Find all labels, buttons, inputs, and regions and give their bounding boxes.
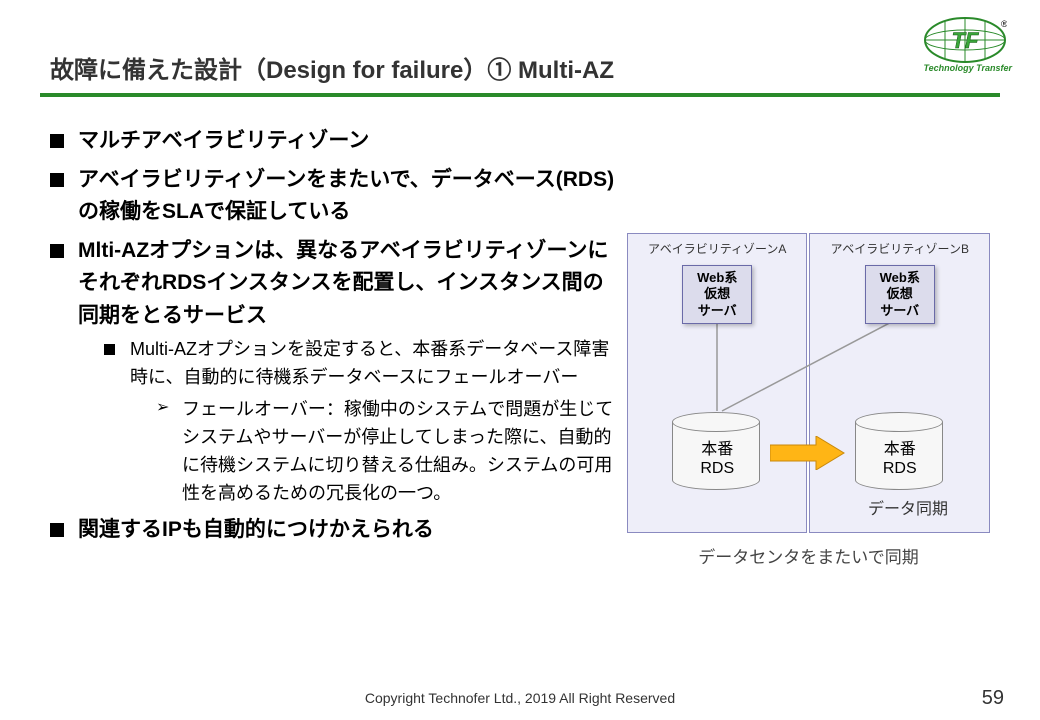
sync-arrow-icon [770,436,846,475]
logo-initials: TF [952,28,979,53]
bullet-text: 関連するIPも自動的につけかえられる [78,518,434,541]
brand-logo: TF ® Technology Transfer [923,15,1012,73]
rds-text: RDS [883,460,917,477]
bullet-l1: アベイラビリティゾーンをまたいで、データベース(RDS)の稼働をSLAで保証して… [50,164,617,229]
bullet-l1: マルチアベイラビリティゾーン [50,125,617,158]
sync-label: データ同期 [627,495,990,519]
zone-a-title: アベイラビリティゾーンA [634,240,801,257]
zone-b-title: アベイラビリティゾーンB [816,240,983,257]
rds-text: 本番 [701,441,733,458]
slide-title: 故障に備えた設計（Design for failure）① Multi-AZ [50,50,990,85]
svg-text:®: ® [1001,19,1007,29]
bullet-text: Multi-AZオプションを設定すると、本番系データベース障害時に、自動的に待機… [130,339,609,387]
diagram: アベイラビリティゾーンA Web系 仮想 サーバ 本番 RDS [627,125,990,568]
diagram-caption: データセンタをまたいで同期 [627,543,990,568]
copyright-footer: Copyright Technofer Ltd., 2019 All Right… [0,690,1040,706]
bullet-text: マルチアベイラビリティゾーン [78,129,369,152]
bullet-l3: フェールオーバー：稼働中のシステムで問題が生じてシステムやサーバーが停止してしま… [130,396,617,508]
vm-box-b: Web系 仮想 サーバ [865,265,935,324]
bullet-text: Mlti-AZオプションは、異なるアベイラビリティゾーンにそれぞれRDSインスタ… [78,239,608,327]
rds-cylinder-b: 本番 RDS [855,412,945,490]
vm-text: 仮想 [704,286,730,301]
zone-a: アベイラビリティゾーンA Web系 仮想 サーバ 本番 RDS [627,233,808,533]
rds-text: 本番 [884,441,916,458]
rds-cylinder-a: 本番 RDS [672,412,762,490]
vm-text: 仮想 [887,286,913,301]
vm-text: サーバ [698,303,737,318]
bullet-text: フェールオーバー：稼働中のシステムで問題が生じてシステムやサーバーが停止してしま… [182,399,613,503]
rds-text: RDS [700,460,734,477]
bullet-l1: 関連するIPも自動的につけかえられる [50,514,617,547]
vm-text: Web系 [880,270,920,285]
vm-text: サーバ [880,303,919,318]
bullet-l1: Mlti-AZオプションは、異なるアベイラビリティゾーンにそれぞれRDSインスタ… [50,235,617,508]
text-column: マルチアベイラビリティゾーン アベイラビリティゾーンをまたいで、データベース(R… [50,125,627,568]
bullet-l2: Multi-AZオプションを設定すると、本番系データベース障害時に、自動的に待機… [78,336,617,507]
page-number: 59 [982,687,1004,710]
vm-box-a: Web系 仮想 サーバ [682,265,752,324]
vm-text: Web系 [697,270,737,285]
title-underline [40,93,1000,97]
zone-b: アベイラビリティゾーンB Web系 仮想 サーバ 本番 RDS [809,233,990,533]
bullet-text: アベイラビリティゾーンをまたいで、データベース(RDS)の稼働をSLAで保証して… [78,168,614,224]
